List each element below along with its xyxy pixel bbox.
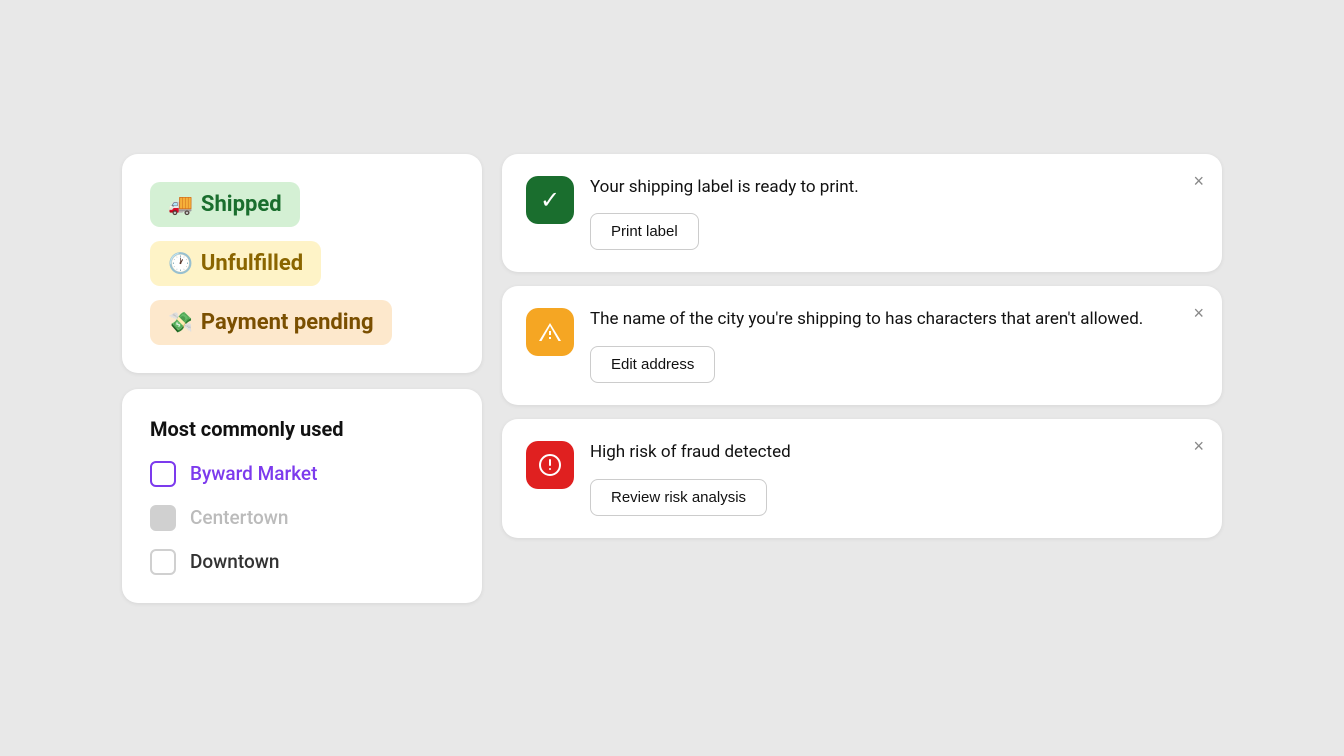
status-badge-unfulfilled: 🕐 Unfulfilled: [150, 241, 321, 286]
status-badge-shipped: 🚚 Shipped: [150, 182, 300, 227]
checkbox-centertown[interactable]: [150, 505, 176, 531]
checkbox-item-downtown[interactable]: Downtown: [150, 549, 454, 575]
status-badges-card: 🚚 Shipped 🕐 Unfulfilled 💸 Payment pendin…: [122, 154, 482, 373]
unfulfilled-label: Unfulfilled: [201, 251, 303, 276]
right-column: ✓ Your shipping label is ready to print.…: [502, 154, 1222, 603]
notification-shipping-label: ✓ Your shipping label is ready to print.…: [502, 154, 1222, 273]
alert-icon: [526, 441, 574, 489]
notification-text-fraud: High risk of fraud detected: [590, 441, 1198, 465]
notification-fraud-risk: High risk of fraud detected Review risk …: [502, 419, 1222, 538]
notification-address-warning: The name of the city you're shipping to …: [502, 286, 1222, 405]
notification-body-address: The name of the city you're shipping to …: [590, 308, 1198, 383]
payment-pending-label: Payment pending: [201, 310, 374, 335]
review-risk-analysis-button[interactable]: Review risk analysis: [590, 479, 767, 516]
checkbox-downtown[interactable]: [150, 549, 176, 575]
notification-body-shipping: Your shipping label is ready to print. P…: [590, 176, 1198, 251]
payment-icon: 💸: [168, 310, 193, 334]
warning-icon: [526, 308, 574, 356]
checkbox-item-byward[interactable]: Byward Market: [150, 461, 454, 487]
print-label-button[interactable]: Print label: [590, 213, 699, 250]
notification-text-shipping: Your shipping label is ready to print.: [590, 176, 1198, 200]
close-notification-fraud[interactable]: ×: [1193, 437, 1204, 455]
checkbox-list: Byward Market Centertown Downtown: [150, 461, 454, 575]
downtown-label: Downtown: [190, 550, 279, 573]
checkbox-byward[interactable]: [150, 461, 176, 487]
commonly-used-card: Most commonly used Byward Market Centert…: [122, 389, 482, 603]
shipped-label: Shipped: [201, 192, 282, 217]
status-badge-payment-pending: 💸 Payment pending: [150, 300, 392, 345]
edit-address-button[interactable]: Edit address: [590, 346, 715, 383]
centertown-label: Centertown: [190, 506, 288, 529]
checkbox-item-centertown[interactable]: Centertown: [150, 505, 454, 531]
truck-icon: 🚚: [168, 192, 193, 216]
close-notification-address[interactable]: ×: [1193, 304, 1204, 322]
commonly-used-title: Most commonly used: [150, 417, 454, 441]
notification-text-address: The name of the city you're shipping to …: [590, 308, 1198, 332]
main-layout: 🚚 Shipped 🕐 Unfulfilled 💸 Payment pendin…: [122, 154, 1222, 603]
byward-label: Byward Market: [190, 462, 317, 485]
close-notification-shipping[interactable]: ×: [1193, 172, 1204, 190]
left-column: 🚚 Shipped 🕐 Unfulfilled 💸 Payment pendin…: [122, 154, 482, 603]
check-icon: ✓: [526, 176, 574, 224]
clock-icon: 🕐: [168, 251, 193, 275]
notification-body-fraud: High risk of fraud detected Review risk …: [590, 441, 1198, 516]
